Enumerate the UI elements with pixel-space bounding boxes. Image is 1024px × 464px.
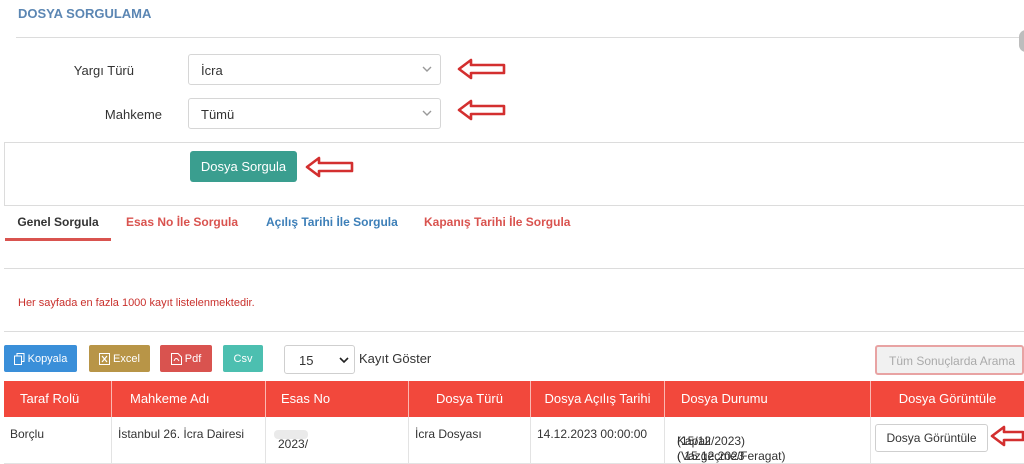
pdf-button[interactable]: Pdf	[160, 345, 212, 372]
excel-label: Excel	[113, 352, 140, 365]
chevron-down-icon	[422, 66, 432, 72]
tab-esas-no[interactable]: Esas No İle Sorgula	[126, 215, 238, 229]
cell-acilis-text: 14.12.2023 00:00:00	[537, 427, 648, 441]
cell-durum-line2: (15/12/2023) ( 15.12.2023 00:00:00 )	[677, 434, 746, 463]
arrow-left-icon	[457, 99, 506, 121]
col-esas-no[interactable]: Esas No	[266, 381, 409, 417]
page-title: DOSYA SORGULAMA	[18, 6, 152, 21]
col-dosya-turu[interactable]: Dosya Türü	[409, 381, 531, 417]
page-size-label: Kayıt Göster	[359, 351, 432, 366]
arrow-left-icon	[990, 425, 1024, 447]
excel-button[interactable]: Excel	[89, 345, 150, 372]
info-divider	[4, 331, 1024, 332]
table-header: Taraf Rolü Mahkeme Adı Esas No Dosya Tür…	[4, 381, 1024, 417]
kopyala-label: Kopyala	[27, 352, 68, 365]
tab-kapanis-tarihi[interactable]: Kapanış Tarihi İle Sorgula	[424, 215, 570, 229]
yargi-turu-value: İcra	[201, 63, 223, 78]
cell-tur: İcra Dosyası	[409, 417, 531, 464]
table-row: Borçlu İstanbul 26. İcra Dairesi 2023/ İ…	[4, 417, 1024, 464]
page-size-select[interactable]: 15	[284, 345, 355, 374]
cell-durum: Kapalı (Vazgeçme/Feragat) (15/12/2023) ( …	[665, 417, 871, 464]
cell-esas-text: 2023/	[278, 437, 309, 451]
yargi-turu-select[interactable]: İcra	[188, 54, 441, 85]
submit-panel	[4, 142, 1024, 206]
kopyala-button[interactable]: Kopyala	[4, 345, 77, 372]
cell-acilis: 14.12.2023 00:00:00	[531, 417, 665, 464]
search-all-placeholder: Tüm Sonuçlarda Arama	[889, 354, 1016, 368]
chevron-down-icon	[422, 110, 432, 116]
excel-icon	[99, 352, 111, 365]
col-mahkeme-adi[interactable]: Mahkeme Adı	[112, 381, 266, 417]
cell-esas: 2023/	[266, 417, 409, 464]
cell-taraf-text: Borçlu	[10, 427, 45, 441]
dosya-sorgula-button[interactable]: Dosya Sorgula	[190, 151, 297, 182]
csv-label: Csv	[233, 352, 253, 365]
cell-taraf: Borçlu	[4, 417, 112, 464]
scrollbar-thumb[interactable]	[1019, 30, 1024, 52]
pdf-label: Pdf	[184, 352, 202, 365]
copy-icon	[13, 352, 25, 365]
title-divider	[16, 37, 1020, 38]
cell-mahkeme-text: İstanbul 26. İcra Dairesi	[118, 427, 245, 441]
info-message: Her sayfada en fazla 1000 kayıt listelen…	[18, 297, 255, 309]
arrow-left-icon	[305, 156, 354, 178]
mahkeme-value: Tümü	[201, 107, 235, 122]
col-taraf-rolu[interactable]: Taraf Rolü	[4, 381, 112, 417]
col-dosya-durumu[interactable]: Dosya Durumu	[665, 381, 871, 417]
col-dosya-goruntule[interactable]: Dosya Görüntüle	[871, 381, 1024, 417]
cell-tur-text: İcra Dosyası	[415, 427, 482, 441]
mahkeme-label: Mahkeme	[104, 107, 162, 122]
dosya-goruntule-button[interactable]: Dosya Görüntüle	[875, 424, 988, 452]
page-size-value: 15	[299, 353, 314, 368]
arrow-left-icon	[457, 58, 506, 80]
tab-genel-sorgula[interactable]: Genel Sorgula	[5, 215, 111, 241]
cell-mahkeme: İstanbul 26. İcra Dairesi	[112, 417, 266, 464]
mahkeme-select[interactable]: Tümü	[188, 98, 441, 129]
yargi-turu-label: Yargı Türü	[73, 63, 134, 78]
pdf-icon	[170, 352, 182, 365]
col-acilis-tarihi[interactable]: Dosya Açılış Tarihi	[531, 381, 665, 417]
tabs-divider	[4, 268, 1024, 269]
chevron-down-icon	[339, 357, 349, 364]
search-all-input[interactable]: Tüm Sonuçlarda Arama	[875, 345, 1024, 375]
tab-acilis-tarihi[interactable]: Açılış Tarihi İle Sorgula	[266, 215, 398, 229]
csv-button[interactable]: Csv	[223, 345, 263, 372]
